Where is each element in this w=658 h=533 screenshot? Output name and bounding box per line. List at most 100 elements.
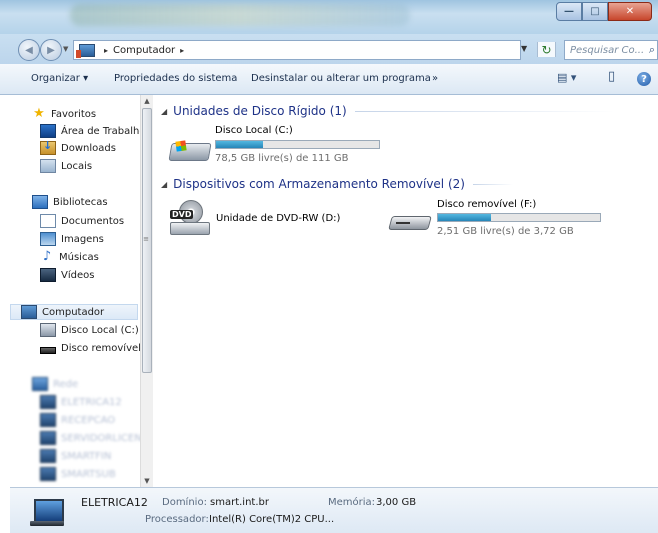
drive-body: [168, 143, 212, 161]
breadcrumb-separator-icon[interactable]: ▸: [180, 46, 184, 55]
drive-free-space: 2,51 GB livre(s) de 3,72 GB: [437, 226, 574, 237]
nav-item-images[interactable]: Imagens: [40, 231, 104, 247]
nav-label: Área de Trabalho: [61, 125, 140, 137]
nav-label: Vídeos: [61, 269, 95, 281]
drive-tray: [170, 222, 210, 235]
nav-label: Disco removível (F:): [61, 342, 140, 354]
scroll-grip-icon: ≡: [143, 235, 149, 243]
title-bar-blurred-region: [70, 4, 410, 26]
domain-value: smart.int.br: [210, 497, 269, 508]
nav-item-local-disk[interactable]: Disco Local (C:): [40, 322, 139, 338]
drive-f[interactable]: Disco removível (F:) 2,51 GB livre(s) de…: [388, 199, 610, 239]
address-bar[interactable]: ▸ Computador ▸: [73, 40, 521, 60]
processor-label: Processador:: [145, 514, 209, 525]
drive-body: [388, 216, 432, 230]
nav-libraries[interactable]: Bibliotecas: [32, 194, 108, 210]
help-icon[interactable]: ?: [637, 72, 651, 86]
nav-item-music[interactable]: ♪ Músicas: [40, 249, 99, 265]
organize-menu[interactable]: Organizar ▾: [31, 73, 88, 84]
nav-network-pc[interactable]: SERVIDORLICENCA: [40, 430, 140, 446]
change-view-icon[interactable]: ▤ ▾: [557, 71, 576, 84]
nav-label: Bibliotecas: [53, 196, 108, 208]
dvd-label: DVD: [170, 210, 194, 219]
close-button[interactable]: ✕: [608, 2, 652, 21]
search-box[interactable]: Pesquisar Co... ⌕: [564, 40, 658, 60]
network-computer-icon: [40, 467, 56, 481]
nav-item-downloads[interactable]: Downloads: [40, 139, 116, 156]
more-commands-chevron[interactable]: »: [432, 73, 438, 84]
refresh-icon: ↻: [541, 42, 552, 57]
system-properties-button[interactable]: Propriedades do sistema: [114, 73, 237, 84]
collapse-triangle-icon[interactable]: ◢: [161, 107, 167, 116]
nav-label: Rede: [53, 378, 79, 390]
address-row: ◀ ▶ ▼ ▸ Computador ▸ ▼ ↻ Pesquisar Co...…: [0, 34, 658, 64]
group-header-hard-disks[interactable]: ◢ Unidades de Disco Rígido (1): [161, 104, 615, 118]
nav-item-desktop[interactable]: Área de Trabalho: [40, 123, 140, 139]
network-computer-icon: [40, 431, 56, 445]
uninstall-program-button[interactable]: Desinstalar ou alterar um programa: [251, 73, 431, 84]
collapse-triangle-icon[interactable]: ◢: [161, 180, 167, 189]
computer-icon: [76, 43, 95, 58]
monitor-stand: [30, 521, 64, 526]
drive-dvd[interactable]: DVD Unidade de DVD-RW (D:): [170, 200, 370, 240]
preview-pane-icon[interactable]: ▯: [608, 69, 615, 84]
recent-pages-dropdown[interactable]: ▼: [63, 45, 68, 53]
group-header-removable[interactable]: ◢ Dispositivos com Armazenamento Removív…: [161, 177, 513, 191]
scroll-up-arrow-icon[interactable]: ▲: [141, 95, 153, 107]
monitor: [34, 499, 64, 523]
group-divider: [472, 183, 513, 185]
minimize-button[interactable]: —: [556, 2, 582, 21]
nav-network-pc[interactable]: SMARTSUB: [40, 466, 116, 482]
group-header-label: Unidades de Disco Rígido (1): [173, 104, 347, 118]
memory-value: 3,00 GB: [376, 497, 417, 508]
nav-network-pc[interactable]: RECEPCAO: [40, 412, 115, 428]
maximize-button[interactable]: □: [582, 2, 608, 21]
nav-network-pc[interactable]: ELETRICA12: [40, 394, 122, 410]
nav-label: Favoritos: [51, 108, 97, 120]
hard-drive-icon: [40, 323, 56, 337]
back-arrow-icon: ◀: [25, 44, 33, 56]
nav-item-videos[interactable]: Vídeos: [40, 267, 94, 283]
group-header-label: Dispositivos com Armazenamento Removível…: [173, 177, 465, 191]
address-history-dropdown[interactable]: ▼: [521, 44, 527, 53]
computer-icon: [21, 305, 37, 319]
removable-drive-icon: [40, 347, 56, 354]
memory-label: Memória:: [328, 497, 376, 508]
nav-scrollbar[interactable]: ▲ ≡ ▼: [140, 95, 153, 487]
nav-network-pc[interactable]: SMARTFIN: [40, 448, 111, 464]
nav-item-documents[interactable]: Documentos: [40, 213, 124, 229]
nav-label: Locais: [61, 160, 93, 172]
nav-network[interactable]: Rede: [32, 376, 78, 392]
forward-button[interactable]: ▶: [40, 39, 62, 61]
search-input[interactable]: Pesquisar Co...: [570, 45, 649, 56]
breadcrumb-computador[interactable]: Computador: [113, 45, 175, 56]
nav-label: RECEPCAO: [61, 414, 116, 426]
drive-c[interactable]: Disco Local (C:) 78,5 GB livre(s) de 111…: [168, 125, 390, 165]
content-pane: ◢ Unidades de Disco Rígido (1) Disco Loc…: [153, 95, 658, 487]
drive-usage-bar: [437, 213, 601, 222]
scroll-down-arrow-icon[interactable]: ▼: [141, 475, 153, 487]
libraries-icon: [32, 195, 48, 209]
breadcrumb-separator-icon[interactable]: ▸: [104, 46, 108, 55]
title-bar[interactable]: — □ ✕: [0, 0, 658, 34]
drive-free-space: 78,5 GB livre(s) de 111 GB: [215, 153, 349, 164]
nav-item-locais[interactable]: Locais: [40, 158, 92, 174]
downloads-icon: [40, 139, 56, 155]
pictures-icon: [40, 232, 56, 246]
nav-label: SMARTFIN: [61, 450, 112, 462]
nav-item-removable-disk[interactable]: Disco removível (F:): [40, 340, 140, 356]
window-controls: — □ ✕: [556, 2, 652, 21]
refresh-button[interactable]: ↻: [537, 42, 556, 57]
nav-label: SERVIDORLICENCA: [61, 432, 140, 444]
drive-usage-bar: [215, 140, 380, 149]
search-icon[interactable]: ⌕: [649, 43, 655, 57]
removable-drive-icon: [388, 212, 432, 232]
documents-icon: [40, 214, 56, 228]
windows-logo-icon: [175, 140, 187, 152]
back-button[interactable]: ◀: [18, 39, 40, 61]
star-icon: ★: [33, 106, 45, 121]
nav-favorites[interactable]: ★ Favoritos: [32, 106, 96, 122]
network-computer-icon: [40, 413, 56, 427]
drive-usage-fill: [438, 214, 492, 221]
nav-computer[interactable]: Computador: [10, 304, 138, 320]
